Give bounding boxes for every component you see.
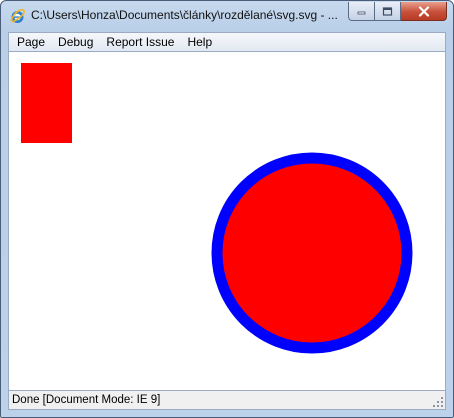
title-bar[interactable]: C:\Users\Honza\Documents\články\rozdělan… — [1, 1, 453, 31]
menu-report-issue[interactable]: Report Issue — [100, 33, 181, 51]
svg-canvas — [21, 63, 413, 354]
maximize-icon — [382, 6, 393, 16]
close-button[interactable] — [401, 2, 447, 21]
internet-explorer-icon — [10, 8, 25, 23]
resize-grip-icon[interactable] — [432, 396, 444, 408]
status-text: Done [Document Mode: IE 9] — [12, 394, 161, 406]
window-title: C:\Users\Honza\Documents\články\rozdělan… — [31, 8, 337, 22]
ie-window: C:\Users\Honza\Documents\články\rozdělan… — [0, 0, 454, 418]
caption-buttons — [348, 2, 447, 21]
red-circle — [211, 152, 413, 354]
maximize-button[interactable] — [375, 2, 401, 21]
status-bar: Done [Document Mode: IE 9] — [8, 390, 446, 410]
red-rectangle — [21, 63, 72, 143]
minimize-button[interactable] — [348, 2, 375, 21]
menu-debug[interactable]: Debug — [52, 33, 100, 51]
document-content — [8, 52, 446, 390]
menu-page[interactable]: Page — [11, 33, 52, 51]
menu-bar: Page Debug Report Issue Help — [8, 32, 446, 52]
minimize-icon — [357, 11, 366, 15]
close-icon — [418, 5, 429, 17]
menu-help[interactable]: Help — [181, 33, 219, 51]
